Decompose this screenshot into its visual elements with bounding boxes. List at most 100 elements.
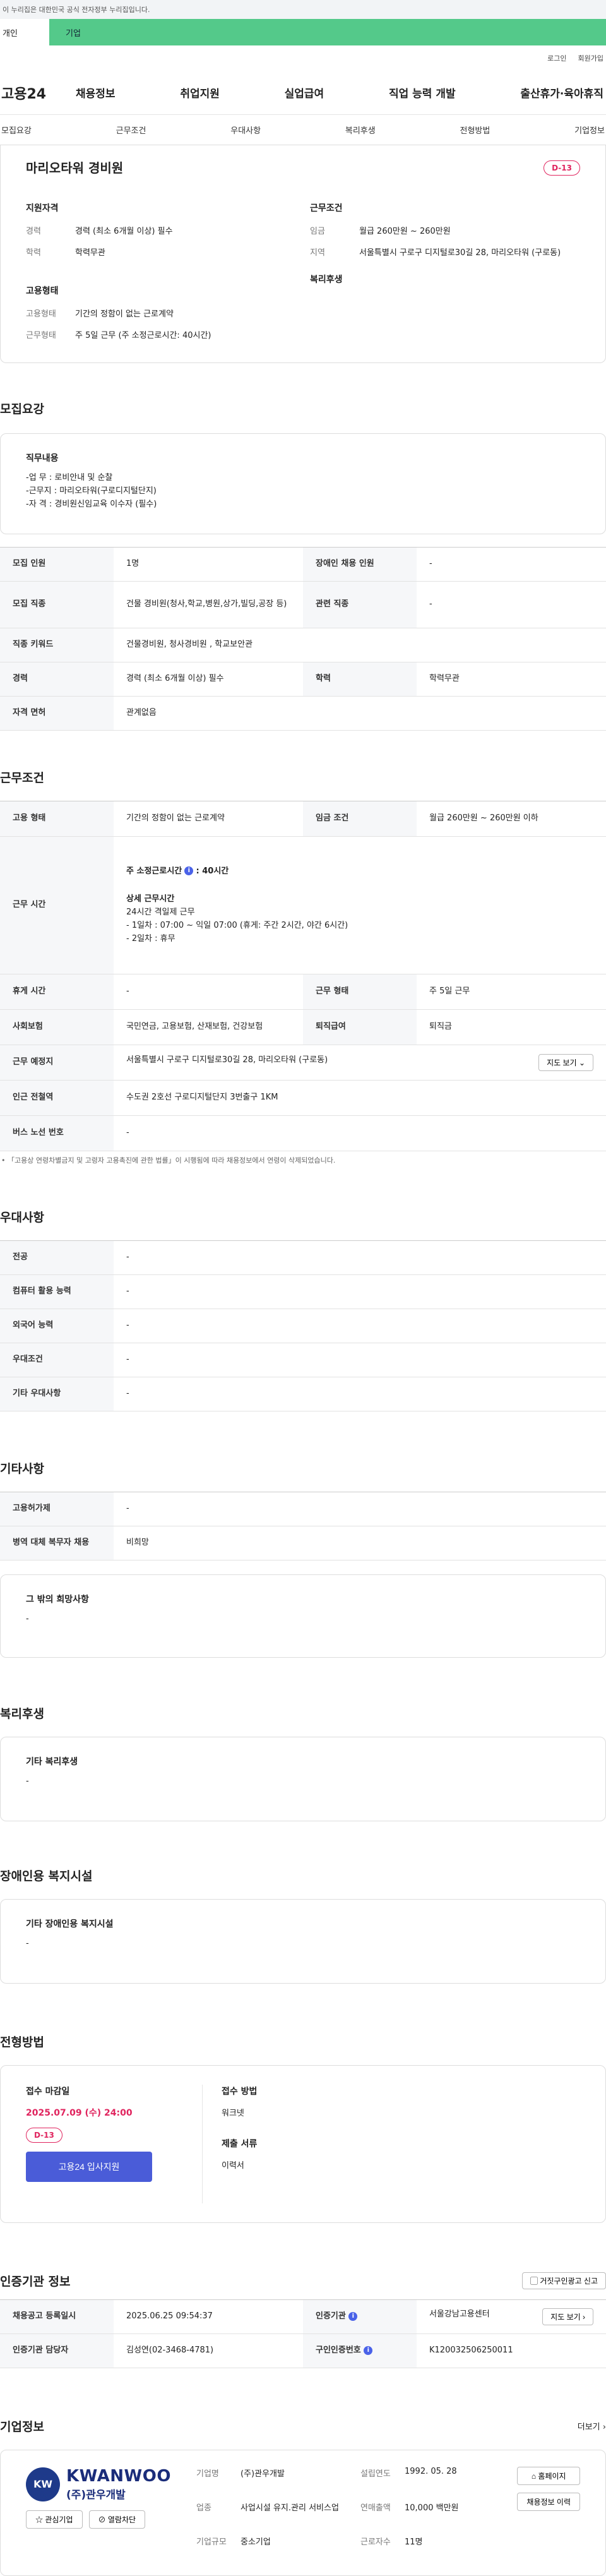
report-icon: ▢ [530,2277,540,2285]
table-header-cell: 관련 직종 [303,581,417,628]
signup-link[interactable]: 회원가입 [578,53,603,63]
more-link[interactable]: 더보기 › [578,2420,606,2432]
table-row: 채용공고 등록일시 2025.06.25 09:54:37 인증기관 i 서울강… [0,2299,606,2334]
table-cell: - [114,1492,606,1526]
gnb-item-training[interactable]: 직업 능력 개발 [389,85,456,100]
table-cell: 건물경비원, 청사경비원 , 학교보안관 [114,628,606,662]
company-logo-en: KWANWOO [66,2467,171,2486]
table-header-cell: 인증기관 i [303,2299,417,2334]
duty-line: -업 무 : 로비안내 및 순찰 [26,473,113,482]
co-emp-value: 11명 [405,2537,423,2547]
co-biz-label: 업종 [196,2503,211,2513]
gnb-item-leave[interactable]: 출산휴가·육아휴직 [520,85,603,100]
dday-badge: D-13 [544,160,580,176]
tab-enterprise[interactable]: 기업 [49,19,606,45]
info-icon[interactable]: i [364,2345,373,2355]
table-cell: - [417,581,606,628]
table-header-cell: 기타 우대사항 [0,1377,114,1411]
anchor-tabs: 모집요강 근무조건 우대사항 복리후생 전형방법 기업정보 [0,115,606,145]
area-value: 서울특별시 구로구 디지털로30길 28, 마리오타워 (구로동) [359,248,561,258]
table-row: 모집 인원 1명 장애인 채용 인원 - [0,547,606,582]
table-header-cell: 경력 [0,662,114,697]
gnb-item-unemployment[interactable]: 실업급여 [285,85,324,100]
table-cell: - [114,974,303,1010]
anchor-recruit[interactable]: 모집요강 [1,124,32,136]
favorite-label: 관심기업 [45,2515,73,2524]
deadline-value: 2025.07.09 (수) 24:00 [26,2108,133,2118]
table-cell: 서울특별시 구로구 디지털로30길 28, 마리오타워 (구로동) 지도 보기 … [114,1045,606,1081]
table-header-cell: 고용허가제 [0,1492,114,1526]
global-nav: 고용24 채용정보 취업지원 실업급여 직업 능력 개발 출산휴가·육아휴직 [0,71,606,115]
table-row: 전공 - [0,1240,606,1275]
company-logo: KW KWANWOO (주)관우개발 [26,2467,171,2501]
info-icon[interactable]: i [348,2311,358,2321]
gnb-item-support[interactable]: 취업지원 [180,85,220,100]
anchor-work[interactable]: 근무조건 [116,124,146,136]
table-cell: - [114,1343,606,1377]
chevron-right-icon: › [583,2313,585,2321]
table-row: 기타 우대사항 - [0,1377,606,1411]
table-row: 병역 대체 복무자 채용 비희망 [0,1526,606,1561]
anchor-process[interactable]: 전형방법 [460,124,490,136]
qual-heading: 지원자격 [26,203,59,213]
work-table: 고용 형태 기간의 정함이 없는 근로계약 임금 조건 월급 260만원 ~ 2… [0,801,606,1151]
welfare-box-heading: 기타 복리후생 [26,1757,78,1767]
welfare-box: 기타 복리후생 - [0,1737,606,1821]
pref-table: 전공 - 컴퓨터 활용 능력 - 외국어 능력 - 우대조건 - 기타 우대사항 - [0,1240,606,1411]
table-cell: - [114,1240,606,1275]
home-icon: ⌂ [531,2472,538,2481]
history-button[interactable]: 채용정보 이력 [517,2493,580,2511]
place-value: 서울특별시 구로구 디지털로30길 28, 마리오타워 (구로동) [126,1055,328,1065]
anchor-pref[interactable]: 우대사항 [230,124,261,136]
duty-box: 직무내용 -업 무 : 로비안내 및 순찰 -근무지 : 마리오타워(구로디지털… [0,433,606,534]
apply-button[interactable]: 고용24 입사지원 [26,2152,152,2182]
table-cell: 학력무관 [417,662,606,697]
hours-detail-line: - 1일차 : 07:00 ~ 익일 07:00 (휴게: 주간 2시간, 야간… [126,920,348,930]
tab-personal[interactable]: 개인 [0,19,49,45]
login-link[interactable]: 로그인 [547,53,566,63]
wish-value: - [26,1614,29,1624]
table-row: 모집 직종 건물 경비원(청사,학교,병원,상가,빌딩,공장 등) 관련 직종 … [0,581,606,628]
anchor-welfare[interactable]: 복리후생 [345,124,376,136]
table-header-cell: 근무 형태 [303,974,417,1010]
hours-cell: 주 소정근로시간 i : 40시간 상세 근무시간 24시간 격일제 근무 - … [114,836,606,974]
table-header-cell: 전공 [0,1240,114,1275]
agency-map-button[interactable]: 지도 보기 › [542,2308,593,2325]
emp-label: 고용형태 [26,309,56,319]
co-emp-label: 근로자수 [360,2537,391,2547]
table-cell: - [114,1274,606,1309]
table-row: 근무 예정지 서울특별시 구로구 디지털로30길 28, 마리오타워 (구로동)… [0,1045,606,1081]
table-header-cell: 외국어 능력 [0,1309,114,1343]
method-heading: 접수 방법 [222,2087,258,2097]
agency-table: 채용공고 등록일시 2025.06.25 09:54:37 인증기관 i 서울강… [0,2299,606,2368]
star-icon: ☆ [35,2515,45,2524]
homepage-button[interactable]: ⌂ 홈페이지 [517,2467,580,2485]
company-card: KW KWANWOO (주)관우개발 ☆ 관심기업 ⊘ 열람차단 기업명 (주)… [0,2450,606,2576]
inst-label: 인증기관 [316,2311,346,2321]
site-logo[interactable]: 고용24 [0,83,76,103]
table-header-cell: 컴퓨터 활용 능력 [0,1274,114,1309]
map-button[interactable]: 지도 보기 ⌄ [538,1054,593,1071]
wish-box: 그 밖의 희망사항 - [0,1574,606,1658]
favorite-button[interactable]: ☆ 관심기업 [26,2510,83,2529]
anchor-company[interactable]: 기업정보 [574,124,605,136]
agency-map-label: 지도 보기 [550,2313,581,2321]
block-button[interactable]: ⊘ 열람차단 [88,2510,146,2529]
co-size-label: 기업규모 [196,2537,227,2547]
more-label: 더보기 [577,2423,600,2432]
chevron-down-icon: ⌄ [578,1058,585,1067]
job-summary-card: 마리오타워 경비원 D-13 지원자격 경력 경력 (최소 6개월 이상) 필수 … [0,145,606,363]
disabled-box: 기타 장애인용 복지시설 - [0,1899,606,1984]
gnb-item-jobs[interactable]: 채용정보 [76,85,116,100]
co-biz-value: 사업시설 유지.관리 서비스업 [241,2503,339,2513]
info-icon[interactable]: i [184,866,194,875]
table-header-cell: 고용 형태 [0,801,114,837]
duty-line: -자 격 : 경비원신임교육 이수자 (필수) [26,499,157,509]
table-cell: - [417,547,606,582]
wage-value: 월급 260만원 ~ 260만원 [359,227,451,236]
inst-value: 서울강남고용센터 [429,2309,490,2319]
emp-value: 기간의 정함이 없는 근로계약 [75,309,174,319]
block-icon: ⊘ [98,2515,108,2524]
table-row: 휴게 시간 - 근무 형태 주 5일 근무 [0,974,606,1010]
report-button[interactable]: ▢ 거짓구인광고 신고 [522,2272,606,2289]
